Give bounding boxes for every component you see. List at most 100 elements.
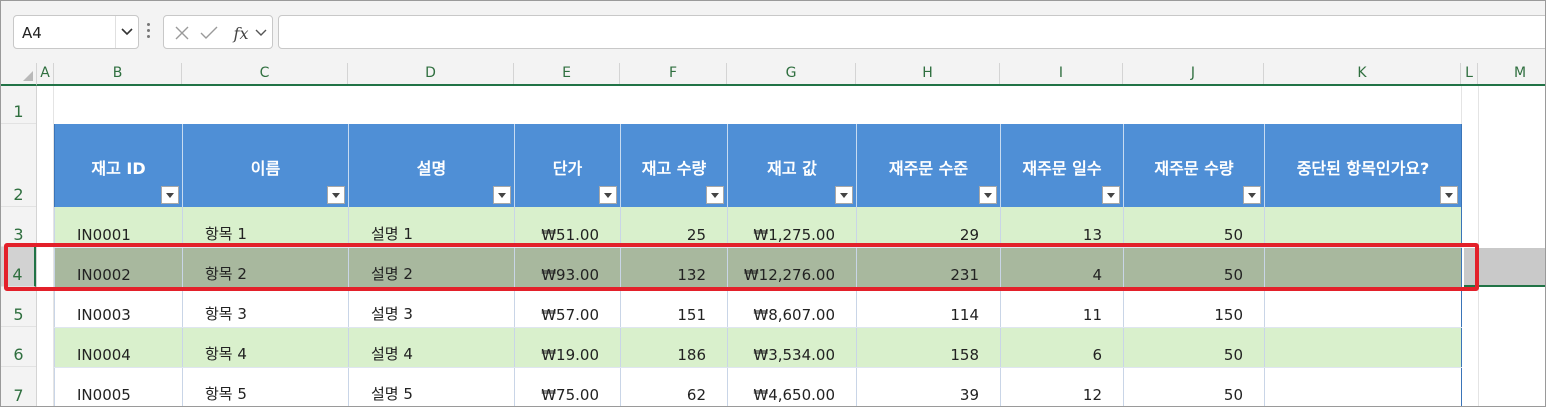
filter-dropdown-button[interactable] <box>599 186 617 204</box>
table-cell[interactable] <box>1264 207 1462 248</box>
table-cell[interactable]: 39 <box>856 367 1001 406</box>
table-cell[interactable]: IN0003 <box>54 287 183 328</box>
row-header-3[interactable]: 3 <box>1 207 36 247</box>
spreadsheet-window: A4 fx A B C D E F G H I J K L M 1 2 3 4 … <box>0 0 1546 407</box>
header-discontinued: 중단된 항목인가요? <box>1264 124 1462 207</box>
table-cell[interactable]: 항목 1 <box>182 207 349 248</box>
column-header-k[interactable]: K <box>1264 63 1461 84</box>
table-cell[interactable]: 50 <box>1123 207 1265 248</box>
table-cell[interactable]: 설명 2 <box>348 247 515 288</box>
table-row: IN0003 항목 3 설명 3 ₩57.00 151 ₩8,607.00 11… <box>54 287 1462 328</box>
table-cell[interactable]: ₩1,275.00 <box>727 207 857 248</box>
table-cell[interactable]: ₩93.00 <box>514 247 621 288</box>
column-header-h[interactable]: H <box>856 63 1000 84</box>
table-cell[interactable]: 50 <box>1123 367 1265 406</box>
table-cell[interactable]: 13 <box>1000 207 1124 248</box>
row-header-5[interactable]: 5 <box>1 287 36 327</box>
table-cell[interactable]: 4 <box>1000 247 1124 288</box>
column-header-b[interactable]: B <box>54 63 182 84</box>
formula-bar: A4 fx <box>1 1 1545 63</box>
table-cell[interactable] <box>1264 287 1462 328</box>
filter-dropdown-button[interactable] <box>706 186 724 204</box>
row-header-7[interactable]: 7 <box>1 367 36 406</box>
table-header-row: 재고 ID 이름 설명 단가 재고 수량 재고 값 재주문 수준 재주문 일수 … <box>54 124 1462 207</box>
table-cell[interactable]: IN0005 <box>54 367 183 406</box>
column-header-f[interactable]: F <box>620 63 727 84</box>
table-cell[interactable]: 항목 3 <box>182 287 349 328</box>
row-header-6[interactable]: 6 <box>1 327 36 367</box>
table-cell[interactable] <box>1264 367 1462 406</box>
select-all-button[interactable] <box>1 63 37 86</box>
table-cell[interactable]: 150 <box>1123 287 1265 328</box>
table-cell[interactable]: 132 <box>620 247 728 288</box>
check-icon[interactable] <box>198 22 220 44</box>
table-cell[interactable]: 29 <box>856 207 1001 248</box>
inventory-table: 재고 ID 이름 설명 단가 재고 수량 재고 값 재주문 수준 재주문 일수 … <box>54 124 1462 406</box>
close-icon[interactable] <box>172 22 192 44</box>
table-cell[interactable]: 항목 2 <box>182 247 349 288</box>
table-cell[interactable]: 50 <box>1123 327 1265 368</box>
drag-handle[interactable] <box>146 23 152 41</box>
table-cell[interactable]: 12 <box>1000 367 1124 406</box>
filter-dropdown-button[interactable] <box>161 186 179 204</box>
column-header-j[interactable]: J <box>1123 63 1264 84</box>
table-cell[interactable]: 설명 3 <box>348 287 515 328</box>
table-cell[interactable]: IN0001 <box>54 207 183 248</box>
table-cell[interactable]: ₩51.00 <box>514 207 621 248</box>
filter-dropdown-button[interactable] <box>979 186 997 204</box>
column-header-l[interactable]: L <box>1461 63 1478 84</box>
table-cell[interactable]: ₩57.00 <box>514 287 621 328</box>
name-box[interactable]: A4 <box>13 15 139 49</box>
table-cell[interactable]: 114 <box>856 287 1001 328</box>
filter-dropdown-button[interactable] <box>327 186 345 204</box>
table-cell[interactable]: 186 <box>620 327 728 368</box>
table-cell[interactable]: IN0002 <box>54 247 183 288</box>
table-cell[interactable]: ₩4,650.00 <box>727 367 857 406</box>
table-cell[interactable]: 231 <box>856 247 1001 288</box>
row-header-1[interactable]: 1 <box>1 86 36 124</box>
table-cell[interactable]: ₩75.00 <box>514 367 621 406</box>
table-cell[interactable]: 158 <box>856 327 1001 368</box>
header-reorder-qty: 재주문 수량 <box>1123 124 1265 207</box>
table-cell[interactable]: ₩19.00 <box>514 327 621 368</box>
filter-dropdown-button[interactable] <box>835 186 853 204</box>
table-cell[interactable]: ₩12,276.00 <box>727 247 857 288</box>
filter-dropdown-button[interactable] <box>1243 186 1261 204</box>
table-cell[interactable]: 62 <box>620 367 728 406</box>
formula-input[interactable] <box>278 15 1545 49</box>
table-cell[interactable]: 50 <box>1123 247 1265 288</box>
column-header-d[interactable]: D <box>348 63 514 84</box>
column-header-a[interactable]: A <box>37 63 54 84</box>
row-header-2[interactable]: 2 <box>1 124 36 207</box>
fx-icon[interactable]: fx <box>230 22 252 44</box>
table-cell[interactable] <box>1264 247 1462 288</box>
column-header-m[interactable]: M <box>1478 63 1545 84</box>
table-cell[interactable]: 11 <box>1000 287 1124 328</box>
selected-row-extension <box>1464 248 1545 287</box>
column-header-c[interactable]: C <box>182 63 348 84</box>
row-header-4[interactable]: 4 <box>1 247 36 287</box>
filter-dropdown-button[interactable] <box>493 186 511 204</box>
column-header-e[interactable]: E <box>514 63 620 84</box>
table-cell[interactable] <box>1264 327 1462 368</box>
table-cell[interactable]: ₩8,607.00 <box>727 287 857 328</box>
header-inventory-id: 재고 ID <box>54 124 183 207</box>
table-cell[interactable]: 6 <box>1000 327 1124 368</box>
table-cell[interactable]: 151 <box>620 287 728 328</box>
chevron-down-icon[interactable] <box>254 22 268 44</box>
chevron-down-icon[interactable] <box>115 16 138 48</box>
table-cell[interactable]: 항목 4 <box>182 327 349 368</box>
header-name: 이름 <box>182 124 349 207</box>
column-header-i[interactable]: I <box>1000 63 1123 84</box>
filter-dropdown-button[interactable] <box>1440 186 1458 204</box>
table-cell[interactable]: IN0004 <box>54 327 183 368</box>
filter-dropdown-button[interactable] <box>1102 186 1120 204</box>
table-cell[interactable]: 설명 4 <box>348 327 515 368</box>
table-cell[interactable]: ₩3,534.00 <box>727 327 857 368</box>
row-headers: 1 2 3 4 5 6 7 <box>1 86 37 406</box>
table-cell[interactable]: 설명 1 <box>348 207 515 248</box>
table-cell[interactable]: 25 <box>620 207 728 248</box>
table-cell[interactable]: 항목 5 <box>182 367 349 406</box>
table-cell[interactable]: 설명 5 <box>348 367 515 406</box>
column-header-g[interactable]: G <box>727 63 856 84</box>
